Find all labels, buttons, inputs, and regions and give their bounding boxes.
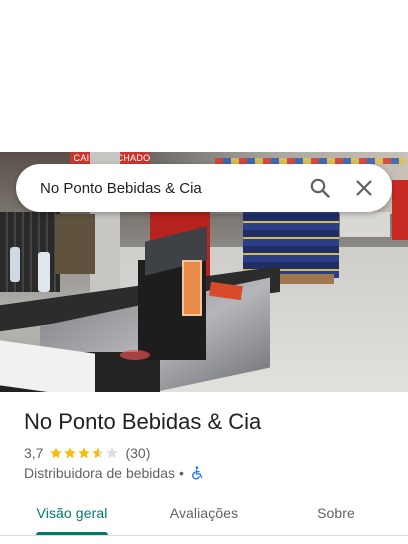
separator-dot: • xyxy=(178,465,184,481)
photo-bottle xyxy=(38,252,50,292)
rating-row[interactable]: 3,7 (30) xyxy=(24,444,150,462)
photo-bottle xyxy=(10,247,20,282)
photo-left-shelf xyxy=(0,212,60,292)
star-icon xyxy=(64,447,77,459)
close-icon xyxy=(356,180,372,196)
place-tabs: Visão geral Avaliações Sobre xyxy=(0,494,408,536)
search-button[interactable] xyxy=(298,166,342,210)
tabs-divider xyxy=(0,535,408,536)
rating-value: 3,7 xyxy=(24,445,44,461)
category-row: Distribuidora de bebidas • xyxy=(24,464,205,482)
search-input[interactable]: No Ponto Bebidas & Cia xyxy=(40,180,298,197)
star-empty-icon xyxy=(106,447,119,459)
map-blank-area xyxy=(0,0,408,152)
place-category: Distribuidora de bebidas xyxy=(24,465,175,481)
wheelchair-icon xyxy=(192,466,203,480)
photo-red-right xyxy=(392,180,408,240)
rating-stars xyxy=(49,446,119,460)
search-bar[interactable]: No Ponto Bebidas & Cia xyxy=(16,164,392,212)
star-icon xyxy=(78,447,91,459)
photo-panel xyxy=(55,214,95,274)
review-count: (30) xyxy=(125,445,151,461)
photo-qr-card xyxy=(182,260,202,316)
star-half-icon xyxy=(92,447,105,459)
place-title: No Ponto Bebidas & Cia xyxy=(24,409,262,434)
tab-overview[interactable]: Visão geral xyxy=(0,494,144,532)
search-icon xyxy=(310,178,330,198)
close-button[interactable] xyxy=(342,166,386,210)
tab-reviews[interactable]: Avaliações xyxy=(144,494,264,532)
photo-scanner-light xyxy=(120,350,150,360)
photo-pallet-wrapped xyxy=(340,212,390,237)
tab-about[interactable]: Sobre xyxy=(264,494,408,532)
star-icon xyxy=(50,447,63,459)
